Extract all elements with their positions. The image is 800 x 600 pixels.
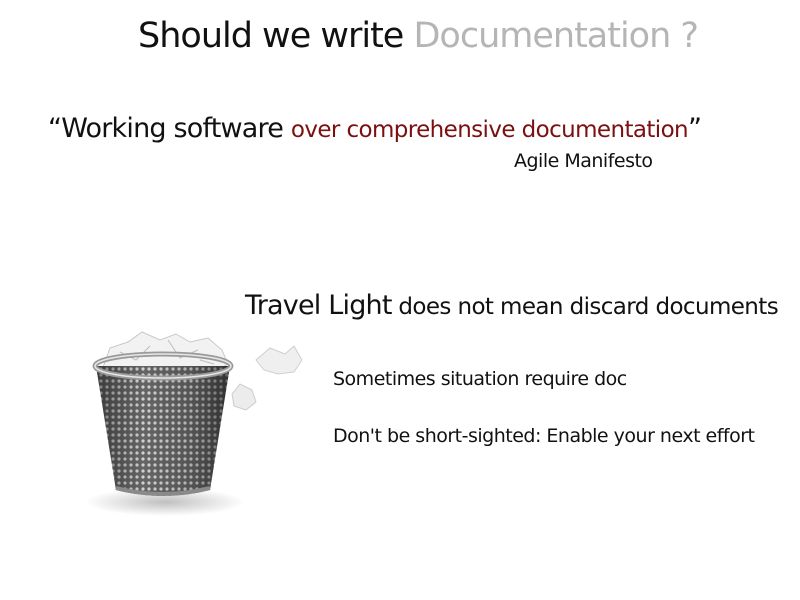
quote-text-2: over comprehensive documentation <box>290 117 689 143</box>
point-item: Don't be short-sighted: Enable your next… <box>333 425 755 447</box>
manifesto-quote: “Working software over comprehensive doc… <box>48 113 702 144</box>
quote-attribution: Agile Manifesto <box>514 150 653 172</box>
travel-light-heading: Travel Light does not mean discard docum… <box>245 290 779 321</box>
title-part-1: Should we write <box>138 16 414 56</box>
title-part-2: Documentation ? <box>413 16 699 56</box>
quote-open-mark: “ <box>48 113 62 144</box>
travel-light-rest: does not mean discard documents <box>391 294 779 320</box>
point-item: Sometimes situation require doc <box>333 368 627 390</box>
slide-title: Should we write Documentation ? <box>0 16 800 56</box>
travel-light-emphasis: Travel Light <box>245 290 392 321</box>
quote-close-mark: ” <box>688 113 702 144</box>
quote-text-1: Working software <box>61 113 291 144</box>
wastebasket-with-crumpled-paper-icon <box>85 331 303 516</box>
